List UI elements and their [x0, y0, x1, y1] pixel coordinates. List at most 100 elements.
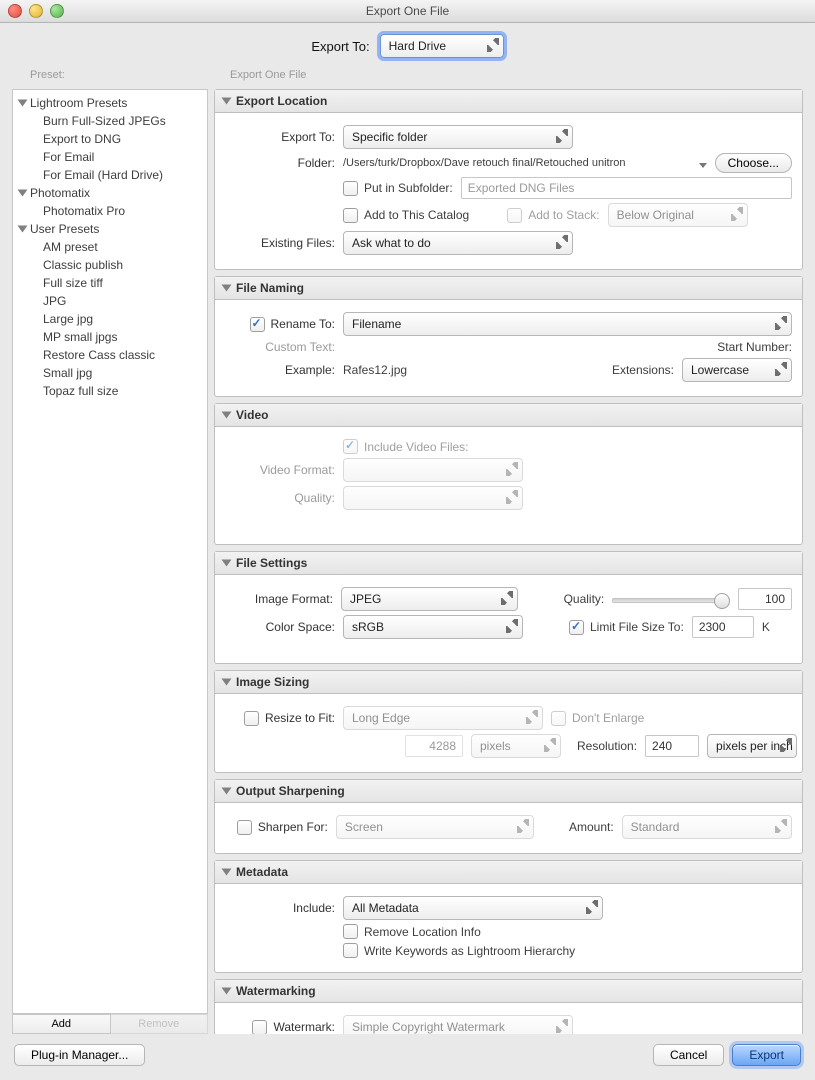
add-preset-button[interactable]: Add [12, 1014, 111, 1034]
remove-preset-button: Remove [111, 1014, 209, 1034]
resize-label: Resize to Fit: [265, 711, 335, 725]
panel-head[interactable]: Video [215, 404, 802, 427]
limit-unit: K [762, 620, 770, 634]
rename-template-select[interactable]: Filename [343, 312, 792, 336]
preset-item[interactable]: Large jpg [13, 310, 207, 328]
rename-to-label: Rename To: [271, 317, 335, 331]
write-keywords-check[interactable]: Write Keywords as Lightroom Hierarchy [343, 943, 575, 958]
panel-head[interactable]: File Naming [215, 277, 802, 300]
disclosure-triangle-icon [222, 560, 232, 567]
preset-col-label: Preset: [30, 69, 230, 85]
checkbox-icon [343, 208, 358, 223]
amount-label: Amount: [569, 820, 614, 834]
existing-files-select[interactable]: Ask what to do [343, 231, 573, 255]
disclosure-triangle-icon [18, 100, 28, 107]
panel-export-location: Export Location Export To: Specific fold… [214, 89, 803, 270]
remove-location-check[interactable]: Remove Location Info [343, 924, 481, 939]
resize-mode-select: Long Edge [343, 706, 543, 730]
panel-output-sharpening: Output Sharpening Sharpen For: Screen Am… [214, 779, 803, 854]
extensions-select[interactable]: Lowercase [682, 358, 792, 382]
panel-head[interactable]: Export Location [215, 90, 802, 113]
quality-label: Quality: [564, 592, 605, 606]
preset-item[interactable]: Photomatix Pro [13, 202, 207, 220]
limit-size-input[interactable]: 2300 [692, 616, 754, 638]
preset-item[interactable]: JPG [13, 292, 207, 310]
preset-item[interactable]: Export to DNG [13, 130, 207, 148]
settings-column: Export Location Export To: Specific fold… [214, 89, 803, 1034]
folder-label: Folder: [225, 156, 335, 170]
checkbox-icon [343, 943, 358, 958]
preset-item[interactable]: For Email (Hard Drive) [13, 166, 207, 184]
panel-head[interactable]: Watermarking [215, 980, 802, 1003]
include-video-check: Include Video Files: [343, 439, 469, 454]
window-title: Export One File [366, 4, 449, 18]
right-col-label: Export One File [230, 69, 803, 85]
resolution-input[interactable]: 240 [645, 735, 699, 757]
export-button[interactable]: Export [732, 1044, 801, 1066]
existing-files-label: Existing Files: [225, 236, 335, 250]
resize-checkbox[interactable] [244, 711, 259, 726]
example-value: Rafes12.jpg [343, 363, 407, 377]
sharpen-checkbox[interactable] [237, 820, 252, 835]
preset-item[interactable]: MP small jpgs [13, 328, 207, 346]
disclosure-triangle-icon [222, 412, 232, 419]
column-headers: Preset: Export One File [0, 69, 815, 85]
panel-head[interactable]: File Settings [215, 552, 802, 575]
quality-slider[interactable] [612, 592, 730, 606]
watermark-select: Simple Copyright Watermark [343, 1015, 573, 1034]
add-catalog-check[interactable]: Add to This Catalog [343, 208, 469, 223]
disclosure-triangle-icon [222, 988, 232, 995]
traffic-lights [8, 4, 64, 18]
quality-value-input[interactable]: 100 [738, 588, 792, 610]
checkbox-icon [551, 711, 566, 726]
video-quality-select [343, 486, 523, 510]
checkbox-icon [569, 620, 584, 635]
limit-size-check[interactable]: Limit File Size To: [569, 620, 684, 635]
panel-head[interactable]: Metadata [215, 861, 802, 884]
preset-item[interactable]: Small jpg [13, 364, 207, 382]
watermark-checkbox[interactable] [252, 1020, 267, 1035]
stack-position-select: Below Original [608, 203, 748, 227]
group-photomatix[interactable]: Photomatix [13, 184, 207, 202]
example-label: Example: [225, 363, 335, 377]
preset-item[interactable]: For Email [13, 148, 207, 166]
include-select[interactable]: All Metadata [343, 896, 603, 920]
preset-item[interactable]: Restore Cass classic [13, 346, 207, 364]
rename-checkbox[interactable] [250, 317, 265, 332]
cancel-button[interactable]: Cancel [653, 1044, 724, 1066]
group-user[interactable]: User Presets [13, 220, 207, 238]
video-format-select [343, 458, 523, 482]
put-subfolder-check[interactable]: Put in Subfolder: [343, 181, 453, 196]
folder-history-icon[interactable] [699, 163, 707, 168]
preset-item[interactable]: AM preset [13, 238, 207, 256]
image-format-select[interactable]: JPEG [341, 587, 518, 611]
preset-sidebar: Lightroom Presets Burn Full-Sized JPEGs … [12, 89, 208, 1034]
disclosure-triangle-icon [18, 226, 28, 233]
subfolder-input[interactable]: Exported DNG Files [461, 177, 792, 199]
add-stack-check: Add to Stack: [507, 208, 599, 223]
panel-watermarking: Watermarking Watermark: Simple Copyright… [214, 979, 803, 1034]
close-icon[interactable] [8, 4, 22, 18]
panel-head[interactable]: Image Sizing [215, 671, 802, 694]
export-to-select[interactable]: Hard Drive [380, 34, 504, 58]
disclosure-triangle-icon [222, 285, 232, 292]
preset-item[interactable]: Classic publish [13, 256, 207, 274]
include-label: Include: [225, 901, 335, 915]
preset-item[interactable]: Burn Full-Sized JPEGs [13, 112, 207, 130]
choose-folder-button[interactable]: Choose... [715, 153, 792, 173]
group-lightroom[interactable]: Lightroom Presets [13, 94, 207, 112]
color-space-select[interactable]: sRGB [343, 615, 523, 639]
titlebar: Export One File [0, 0, 815, 23]
dim-unit-select: pixels [471, 734, 561, 758]
resolution-unit-select[interactable]: pixels per inch [707, 734, 797, 758]
export-to-label: Export To: [311, 39, 369, 54]
plugin-manager-button[interactable]: Plug-in Manager... [14, 1044, 145, 1066]
minimize-icon[interactable] [29, 4, 43, 18]
export-to-folder-select[interactable]: Specific folder [343, 125, 573, 149]
custom-text-label: Custom Text: [225, 340, 335, 354]
panel-head[interactable]: Output Sharpening [215, 780, 802, 803]
preset-item[interactable]: Topaz full size [13, 382, 207, 400]
preset-item[interactable]: Full size tiff [13, 274, 207, 292]
preset-tree[interactable]: Lightroom Presets Burn Full-Sized JPEGs … [12, 89, 208, 1014]
zoom-icon[interactable] [50, 4, 64, 18]
